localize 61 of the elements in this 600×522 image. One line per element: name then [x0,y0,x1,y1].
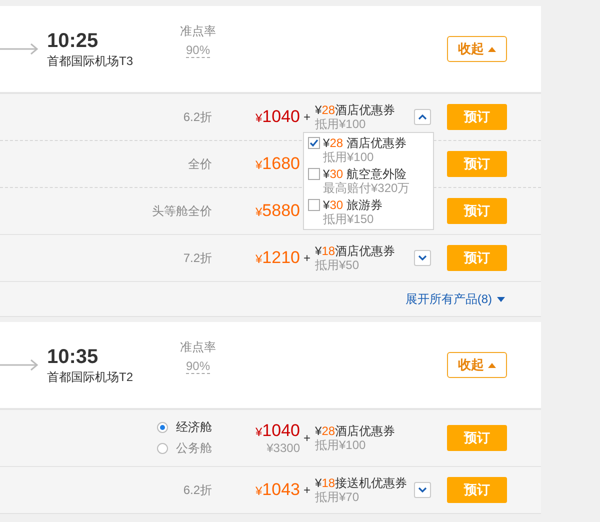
airport-name: 首都国际机场T3 [47,52,134,70]
caret-down-icon [418,255,427,261]
collapse-button[interactable]: 收起 [447,36,507,62]
price: ¥1040 [255,421,300,441]
checkbox[interactable] [308,137,320,149]
fare-type: 7.2折 [183,250,212,266]
coupon-title: ¥28酒店优惠券 [315,103,396,117]
coupon-note: 抵用¥70 [315,490,360,504]
price: ¥1680 [255,154,300,174]
collapse-button[interactable]: 收起 [447,352,507,378]
arrow-icon [0,43,40,55]
ontime-rate[interactable]: 90% [186,358,210,374]
coupon-title: ¥18酒店优惠券 [315,244,396,258]
book-button[interactable]: 预订 [447,198,507,224]
arrival-time: 10:35 [47,344,100,368]
price: ¥1040 [255,107,300,127]
check-icon [309,138,319,148]
arrival-time: 10:25 [47,28,100,52]
coupon-note: 抵用¥50 [315,258,360,272]
coupon-note: 最高赔付¥320万 [323,181,410,195]
ontime-rate[interactable]: 90% [186,42,210,58]
fare-type: 全价 [188,156,212,172]
book-button[interactable]: 预订 [447,477,507,503]
dropdown-toggle[interactable] [414,482,431,498]
price: ¥1210 [255,248,300,268]
book-button[interactable]: 预订 [447,104,507,130]
coupon-note: 抵用¥100 [315,438,367,452]
dropdown-toggle[interactable] [414,109,431,125]
dropdown-toggle[interactable] [414,250,431,266]
price: ¥1043 [255,480,300,500]
book-button[interactable]: 预订 [447,425,507,451]
plus-sign: + [302,110,312,124]
coupon-title: ¥28酒店优惠券 [315,424,396,438]
original-price: ¥3300 [266,441,300,455]
coupon-title: ¥18接送机优惠券 [315,476,408,490]
coupon-note: 抵用¥100 [323,150,375,164]
ontime-label: 准点率 [180,338,216,356]
plus-sign: + [302,251,312,265]
plus-sign: + [302,483,312,497]
book-button[interactable]: 预订 [447,245,507,271]
caret-down-icon [418,487,427,493]
fare-type: 6.2折 [183,108,212,126]
airport-name: 首都国际机场T2 [47,368,134,386]
coupon-title: ¥28 酒店优惠券 [323,136,406,150]
coupon-note: 抵用¥150 [323,212,375,226]
coupon-title: ¥30 旅游券 [323,198,382,212]
cabin-option[interactable]: 公务舱 [157,440,212,457]
fare-type: 头等舱全价 [152,202,212,220]
caret-up-icon [418,114,427,120]
ontime-label: 准点率 [180,22,216,40]
checkbox[interactable] [308,199,320,211]
coupon-title: ¥30 航空意外险 [323,167,408,181]
plus-sign: + [302,431,312,445]
expand-link[interactable]: 展开所有产品(8) [405,290,505,308]
book-button[interactable]: 预订 [447,151,507,177]
fare-type: 6.2折 [183,482,212,498]
arrow-icon [0,359,40,371]
checkbox[interactable] [308,168,320,180]
price: ¥5880 [255,201,300,221]
cabin-option[interactable]: 经济舱 [157,419,212,436]
coupon-note: 抵用¥100 [315,117,367,131]
